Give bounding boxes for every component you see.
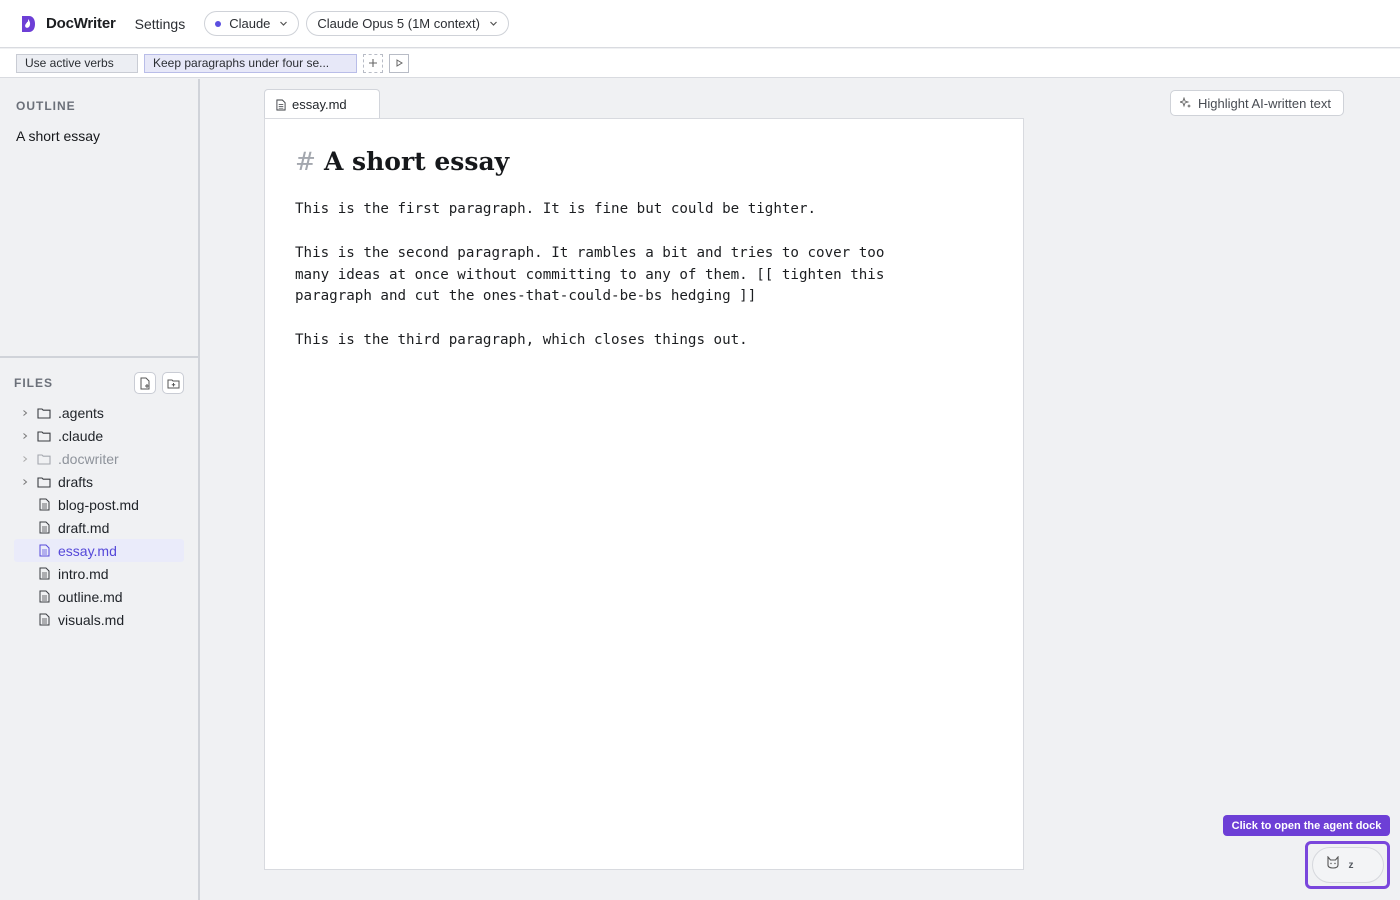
tab-essay[interactable]: essay.md	[264, 89, 380, 119]
file-icon	[36, 544, 52, 557]
file-icon	[36, 613, 52, 626]
chevron-right-icon	[18, 478, 32, 486]
docwriter-logo-icon	[18, 15, 36, 33]
play-icon	[396, 59, 403, 67]
status-dot-icon	[215, 20, 222, 27]
tree-label: outline.md	[58, 588, 123, 605]
tree-file-blog-post[interactable]: blog-post.md	[14, 493, 184, 516]
app-name: DocWriter	[46, 15, 116, 32]
rules-bar: Use active verbs Keep paragraphs under f…	[0, 49, 1400, 78]
provider-label: Claude	[229, 16, 271, 31]
chevron-down-icon	[489, 19, 498, 28]
document-title: A short essay	[323, 147, 510, 176]
file-icon	[36, 498, 52, 511]
tree-file-outline[interactable]: outline.md	[14, 585, 184, 608]
rule-chip[interactable]: Use active verbs	[16, 53, 138, 73]
document-heading[interactable]: # A short essay	[295, 147, 993, 176]
file-icon	[276, 99, 286, 111]
tree-file-draft[interactable]: draft.md	[14, 516, 184, 539]
tree-folder-drafts[interactable]: drafts	[14, 470, 184, 493]
folder-icon	[36, 453, 52, 465]
plus-icon	[369, 59, 377, 67]
chevron-down-icon	[279, 19, 288, 28]
sparkle-icon	[1180, 97, 1192, 109]
agent-dock-button[interactable]: z	[1311, 847, 1384, 883]
file-icon	[36, 567, 52, 580]
tab-label: essay.md	[292, 97, 347, 112]
tree-label: blog-post.md	[58, 496, 139, 513]
tree-file-visuals[interactable]: visuals.md	[14, 608, 184, 631]
chevron-right-icon	[18, 409, 32, 417]
files-title: FILES	[14, 376, 54, 390]
tree-folder-docwriter[interactable]: .docwriter	[14, 447, 184, 470]
agent-dock-highlight: z	[1305, 841, 1390, 889]
run-rules-button[interactable]	[389, 53, 409, 73]
settings-link[interactable]: Settings	[135, 16, 186, 32]
chevron-right-icon	[18, 455, 32, 463]
tree-folder-claude[interactable]: .claude	[14, 424, 184, 447]
folder-icon	[36, 476, 52, 488]
new-file-button[interactable]	[134, 372, 156, 394]
tree-label: .claude	[58, 427, 104, 444]
heading-marker: #	[295, 147, 316, 176]
files-panel: FILES .agents .claude .docwriter drafts …	[0, 358, 198, 631]
file-tree: .agents .claude .docwriter drafts blog-p	[14, 401, 184, 631]
sleep-status: z	[1348, 859, 1354, 871]
tree-label: essay.md	[58, 542, 117, 559]
provider-select[interactable]: Claude	[204, 11, 300, 36]
tree-file-intro[interactable]: intro.md	[14, 562, 184, 585]
highlight-ai-text-button[interactable]: Highlight AI-written text	[1170, 90, 1344, 116]
outline-title: OUTLINE	[16, 99, 76, 113]
tree-label: .agents	[58, 404, 104, 421]
tree-label: intro.md	[58, 565, 109, 582]
paragraph[interactable]: This is the first paragraph. It is fine …	[295, 199, 993, 221]
folder-icon	[36, 430, 52, 442]
model-select[interactable]: Claude Opus 5 (1M context)	[306, 11, 509, 36]
app-logo[interactable]: DocWriter	[18, 15, 116, 33]
tree-label: draft.md	[58, 519, 110, 536]
add-rule-button[interactable]	[363, 53, 383, 73]
tree-folder-agents[interactable]: .agents	[14, 401, 184, 424]
top-bar: DocWriter Settings Claude Claude Opus 5 …	[0, 0, 1400, 48]
rule-chip[interactable]: Keep paragraphs under four se...	[144, 53, 357, 73]
tree-label: .docwriter	[58, 450, 119, 467]
model-label: Claude Opus 5 (1M context)	[317, 16, 480, 31]
file-icon	[36, 521, 52, 534]
new-folder-button[interactable]	[162, 372, 184, 394]
outline-item[interactable]: A short essay	[16, 128, 182, 144]
agent-dock-tooltip: Click to open the agent dock	[1223, 815, 1390, 836]
tree-label: visuals.md	[58, 611, 125, 628]
folder-icon	[36, 407, 52, 419]
highlight-label: Highlight AI-written text	[1198, 95, 1331, 111]
outline-panel: OUTLINE A short essay	[0, 79, 198, 358]
new-folder-icon	[167, 379, 179, 388]
tree-file-essay[interactable]: essay.md	[14, 539, 184, 562]
new-file-icon	[140, 377, 150, 389]
paragraph[interactable]: This is the second paragraph. It rambles…	[295, 243, 993, 308]
cat-icon	[1326, 855, 1340, 874]
tree-label: drafts	[58, 473, 94, 490]
document-editor[interactable]: # A short essay This is the first paragr…	[264, 118, 1024, 870]
file-icon	[36, 590, 52, 603]
paragraph[interactable]: This is the third paragraph, which close…	[295, 330, 993, 352]
chevron-right-icon	[18, 432, 32, 440]
sidebar: OUTLINE A short essay FILES .agents .cla…	[0, 79, 200, 900]
